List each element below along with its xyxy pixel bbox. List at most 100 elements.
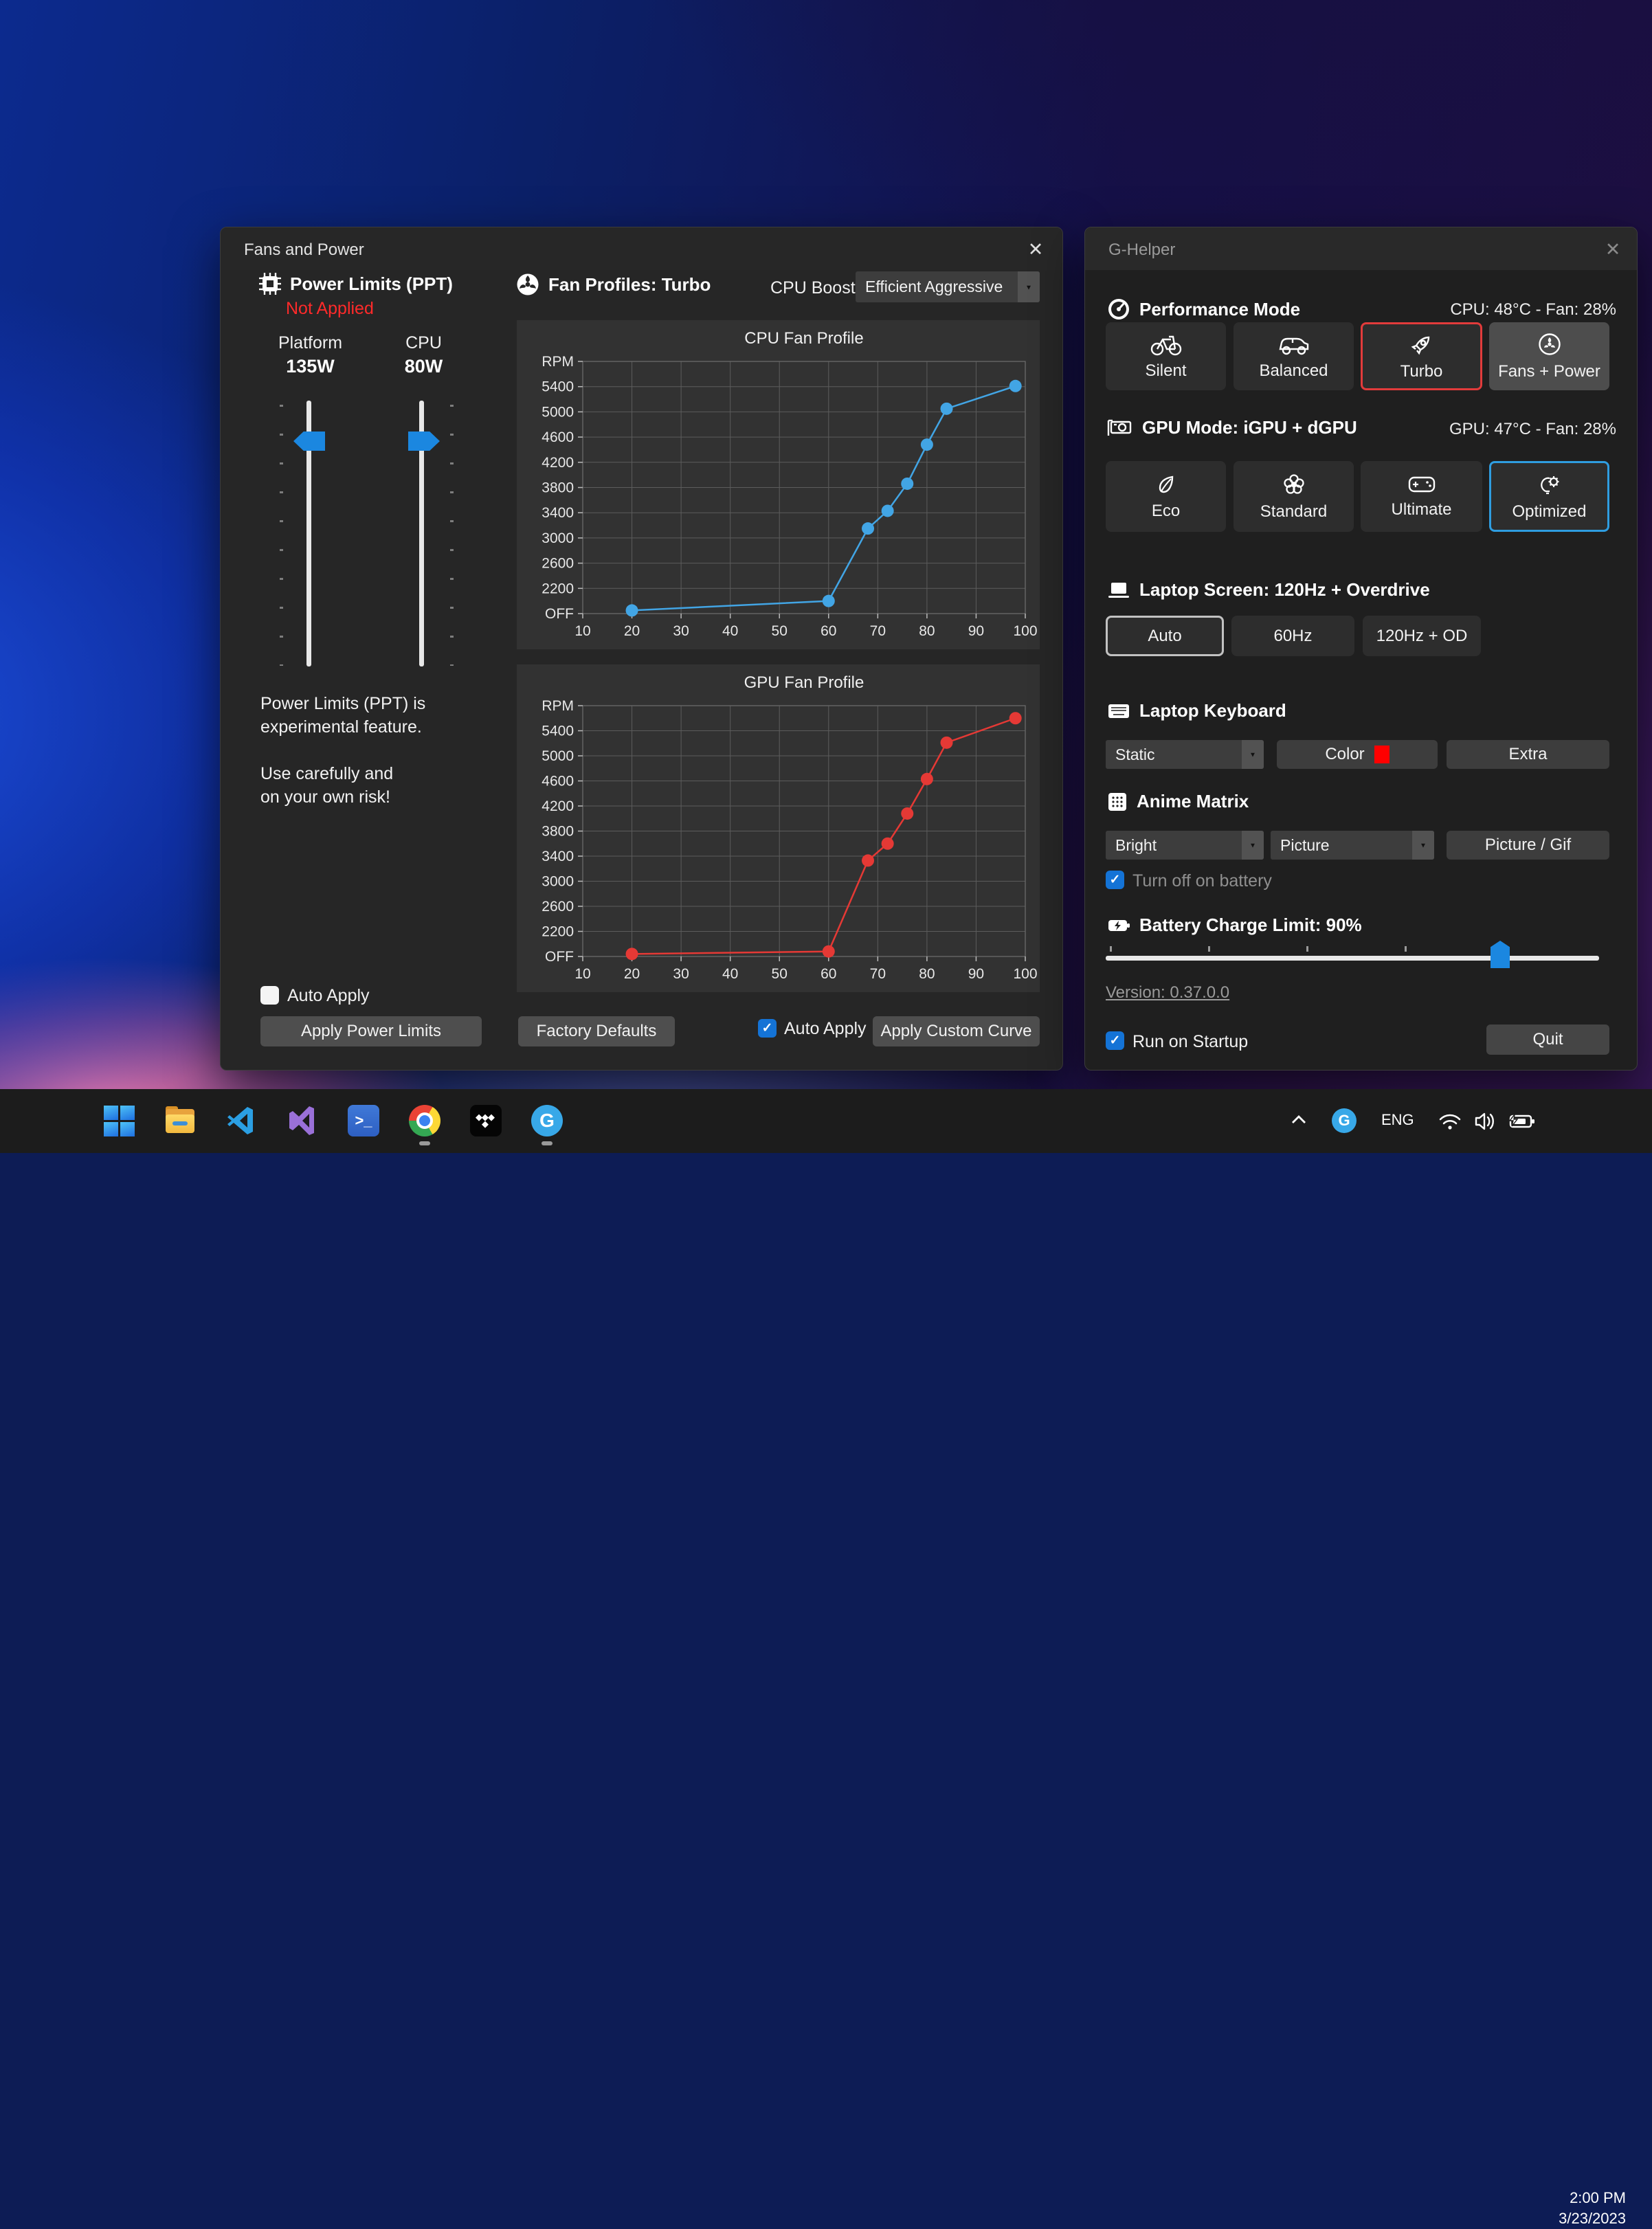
cpu-label: CPU — [367, 333, 480, 353]
chevron-down-icon[interactable]: ▼ — [1242, 740, 1264, 769]
power-auto-apply-checkbox[interactable] — [260, 986, 279, 1005]
car-icon — [1277, 333, 1310, 356]
cpu-slider-ticks — [450, 405, 454, 666]
cpu-slider-thumb[interactable] — [408, 432, 440, 451]
fans-window-title: Fans and Power — [244, 240, 364, 260]
battery-charging-icon — [1506, 1108, 1537, 1135]
keyboard-icon — [1107, 702, 1130, 720]
battery-tray-button[interactable] — [1506, 1108, 1538, 1139]
keyboard-extra-button[interactable]: Extra — [1447, 740, 1609, 769]
anime-matrix-title: Anime Matrix — [1137, 791, 1249, 812]
chrome-running-indicator — [419, 1141, 430, 1145]
apply-custom-curve-button[interactable]: Apply Custom Curve — [873, 1016, 1040, 1046]
apply-power-limits-button[interactable]: Apply Power Limits — [260, 1016, 482, 1046]
clock-date: 3/23/2023 — [1559, 2208, 1626, 2229]
svg-text:GPU Fan Profile: GPU Fan Profile — [744, 673, 864, 692]
run-on-startup-checkbox[interactable]: ✓ — [1106, 1031, 1124, 1050]
svg-text:OFF: OFF — [545, 949, 574, 965]
chevron-down-icon[interactable]: ▼ — [1018, 271, 1040, 302]
ghelper-taskbar-button[interactable]: G — [531, 1105, 563, 1136]
bicycle-icon — [1150, 333, 1182, 356]
laptop-keyboard-title: Laptop Keyboard — [1139, 700, 1286, 721]
svg-text:90: 90 — [968, 623, 984, 639]
terminal-button[interactable]: >_ — [348, 1105, 379, 1136]
chrome-button[interactable] — [409, 1105, 440, 1136]
chevron-down-icon[interactable]: ▼ — [1412, 831, 1434, 860]
gpu-mode-title: GPU Mode: iGPU + dGPU — [1142, 417, 1357, 438]
language-indicator[interactable]: ENG — [1381, 1111, 1414, 1129]
mode-button-fans-power[interactable]: Fans + Power — [1489, 322, 1609, 390]
fans-titlebar[interactable]: Fans and Power ✕ — [221, 227, 1062, 270]
quit-button[interactable]: Quit — [1486, 1024, 1609, 1055]
battery-slider-track[interactable] — [1106, 956, 1599, 961]
chevron-down-icon[interactable]: ▼ — [1242, 831, 1264, 860]
keyboard-mode-value: Static — [1106, 740, 1242, 769]
power-limits-title: Power Limits (PPT) — [290, 273, 453, 295]
gpu-button-standard[interactable]: Standard — [1234, 461, 1354, 532]
anime-picture-gif-button[interactable]: Picture / Gif — [1447, 831, 1609, 860]
svg-text:3800: 3800 — [542, 480, 574, 496]
fan-circle-icon — [1537, 332, 1562, 357]
svg-text:5400: 5400 — [542, 724, 574, 739]
anime-brightness-dropdown[interactable]: Bright ▼ — [1106, 831, 1264, 860]
fan-icon — [516, 273, 539, 296]
start-button[interactable] — [103, 1105, 135, 1136]
screen-button-auto[interactable]: Auto — [1106, 616, 1224, 656]
visual-studio-button[interactable] — [287, 1105, 318, 1136]
mode-button-silent[interactable]: Silent — [1106, 322, 1226, 390]
platform-slider-thumb[interactable] — [293, 432, 325, 451]
keyboard-mode-dropdown[interactable]: Static ▼ — [1106, 740, 1264, 769]
svg-text:2600: 2600 — [542, 899, 574, 915]
gpu-card-icon — [1107, 418, 1133, 438]
svg-text:5000: 5000 — [542, 748, 574, 764]
ghelper-titlebar[interactable]: G-Helper ✕ — [1085, 227, 1637, 270]
tidal-button[interactable]: ◆◆◆◆ — [470, 1105, 502, 1136]
mode-button-turbo[interactable]: Turbo — [1361, 322, 1482, 390]
svg-text:2200: 2200 — [542, 924, 574, 940]
version-link[interactable]: Version: 0.37.0.0 — [1106, 983, 1229, 1003]
mode-button-balanced[interactable]: Balanced — [1234, 322, 1354, 390]
clock[interactable]: 2:00 PM 3/23/2023 — [1559, 2188, 1626, 2229]
screen-button-60hz[interactable]: 60Hz — [1231, 616, 1354, 656]
power-limits-status: Not Applied — [286, 299, 374, 319]
close-icon[interactable]: ✕ — [1598, 237, 1627, 262]
fans-and-power-window: Fans and Power ✕ Power Limits (PPT) Not … — [220, 227, 1063, 1071]
file-explorer-button[interactable] — [164, 1105, 196, 1136]
close-icon[interactable]: ✕ — [1021, 237, 1050, 262]
svg-text:2200: 2200 — [542, 581, 574, 596]
bulb-gear-icon — [1537, 472, 1562, 497]
vscode-button[interactable] — [225, 1105, 257, 1136]
cpu-boost-dropdown[interactable]: Efficient Aggressive ▼ — [856, 271, 1040, 302]
anime-battery-checkbox[interactable]: ✓ — [1106, 871, 1124, 889]
battery-slider-thumb[interactable] — [1491, 941, 1510, 968]
svg-text:3800: 3800 — [542, 824, 574, 840]
anime-matrix-header: Anime Matrix — [1107, 791, 1249, 812]
rocket-icon — [1409, 332, 1434, 357]
cpu-fan-chart[interactable]: CPU Fan ProfileRPM5400500046004200380034… — [517, 320, 1040, 649]
svg-text:20: 20 — [624, 966, 640, 982]
tray-chevron-button[interactable] — [1286, 1110, 1318, 1141]
power-auto-apply-label: Auto Apply — [287, 986, 370, 1006]
svg-text:OFF: OFF — [545, 606, 574, 622]
gpu-fan-chart[interactable]: GPU Fan ProfileRPM5400500046004200380034… — [517, 664, 1040, 992]
anime-content-dropdown[interactable]: Picture ▼ — [1271, 831, 1434, 860]
chevron-up-icon — [1286, 1110, 1311, 1130]
volume-button[interactable] — [1471, 1108, 1502, 1139]
gpu-button-ultimate[interactable]: Ultimate — [1361, 461, 1482, 532]
anime-content-value: Picture — [1271, 831, 1412, 860]
tray-ghelper-button[interactable]: G — [1332, 1108, 1363, 1140]
platform-slider-ticks — [280, 405, 283, 666]
svg-text:RPM: RPM — [542, 354, 574, 370]
svg-text:20: 20 — [624, 623, 640, 639]
keyboard-color-button[interactable]: Color — [1277, 740, 1438, 769]
gpu-button-eco[interactable]: Eco — [1106, 461, 1226, 532]
factory-defaults-button[interactable]: Factory Defaults — [518, 1016, 675, 1046]
wifi-button[interactable] — [1436, 1108, 1468, 1139]
svg-text:2600: 2600 — [542, 556, 574, 572]
curve-auto-apply-checkbox[interactable]: ✓ — [758, 1019, 777, 1038]
screen-button-120hz-od[interactable]: 120Hz + OD — [1363, 616, 1481, 656]
battery-slider-ticks — [1110, 946, 1599, 952]
svg-text:30: 30 — [673, 966, 689, 982]
gpu-button-optimized[interactable]: Optimized — [1489, 461, 1609, 532]
svg-text:90: 90 — [968, 966, 984, 982]
